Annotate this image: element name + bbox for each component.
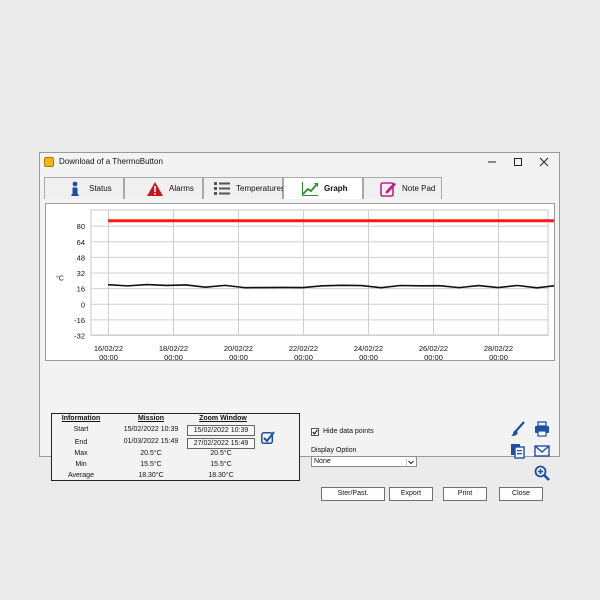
title-bar: Download of a ThermoButton (40, 153, 559, 171)
y-tick-label: 32 (77, 269, 85, 278)
app-icon (44, 157, 54, 167)
notepad-icon (380, 181, 396, 197)
chevron-down-icon (406, 458, 415, 466)
x-tick-date: 26/02/22 (419, 344, 448, 353)
close-window-button[interactable] (538, 156, 550, 168)
checkbox-checked-icon (261, 431, 275, 445)
tab-note-pad[interactable]: Note Pad (363, 177, 442, 199)
chart-icon (302, 181, 318, 197)
x-tick-time: 00:00 (164, 353, 183, 360)
mission-start-value: 15/02/2022 10:39 (123, 426, 179, 433)
y-tick-label: 0 (81, 300, 85, 309)
mission-header: Mission (137, 415, 165, 422)
x-tick-date: 16/02/22 (94, 344, 123, 353)
maximize-button[interactable] (512, 156, 524, 168)
end-label: End (74, 439, 88, 446)
y-tick-label: -32 (74, 332, 85, 341)
ster-past-button[interactable]: Ster/Past. (321, 487, 385, 501)
x-tick-time: 00:00 (424, 353, 443, 360)
paint-brush-icon[interactable] (510, 421, 526, 437)
x-tick-time: 00:00 (229, 353, 248, 360)
information-table: Information Mission Zoom Window Start 15… (51, 413, 300, 481)
y-tick-label: 80 (77, 222, 85, 231)
x-tick-date: 20/02/22 (224, 344, 253, 353)
tab-graph[interactable]: Graph (283, 177, 363, 199)
print-button[interactable]: Print (443, 487, 487, 501)
y-tick-label: 16 (77, 285, 85, 294)
zoom-end-date-field[interactable]: 27/02/2022 15:49 (187, 438, 255, 449)
x-tick-time: 00:00 (99, 353, 118, 360)
info-header: Information (61, 415, 101, 422)
window-title: Download of a ThermoButton (59, 157, 163, 166)
max-label: Max (74, 450, 88, 457)
checkmark-icon (312, 429, 318, 435)
export-button[interactable]: Export (389, 487, 433, 501)
zoom-start-date-field[interactable]: 15/02/2022 10:39 (187, 425, 255, 436)
display-option-value: None (314, 458, 331, 465)
zoom-in-icon[interactable] (534, 465, 550, 481)
warning-icon (147, 181, 163, 197)
x-tick-date: 28/02/22 (484, 344, 513, 353)
mission-max-value: 20.5°C (140, 450, 162, 457)
list-icon (214, 181, 230, 197)
zoom-max-value: 20.5°C (210, 450, 232, 457)
start-label: Start (73, 426, 89, 433)
apply-zoom-button[interactable] (261, 431, 275, 445)
zoom-average-value: 18.30°C (208, 472, 234, 479)
hide-data-points-label: Hide data points (323, 428, 374, 435)
x-tick-date: 22/02/22 (289, 344, 318, 353)
tab-bar: Status Alarms Temperatures Graph Note Pa… (44, 177, 556, 199)
y-tick-label: -16 (74, 316, 85, 325)
display-option-select[interactable]: None (311, 456, 417, 467)
thermobutton-window: Download of a ThermoButton Status Alarms (39, 152, 560, 501)
y-tick-label: 48 (77, 253, 85, 262)
average-label: Average (68, 472, 94, 479)
y-axis-label: °C (56, 274, 64, 282)
copy-icon[interactable] (510, 443, 526, 459)
mission-min-value: 15.5°C (140, 461, 162, 468)
close-button[interactable]: Close (499, 487, 543, 501)
display-option-label: Display Option (311, 447, 357, 454)
zoom-window-header: Zoom Window (199, 415, 247, 422)
min-label: Min (75, 461, 87, 468)
mission-end-value: 01/03/2022 15:49 (123, 438, 179, 445)
x-tick-date: 18/02/22 (159, 344, 188, 353)
zoom-min-value: 15.5°C (210, 461, 232, 468)
temperature-chart: 80 64 48 32 16 0 -16 -32 16/02/22 00:00 18/02/22 00… (45, 203, 555, 361)
tab-alarms[interactable]: Alarms (124, 177, 203, 199)
x-tick-date: 24/02/22 (354, 344, 383, 353)
info-icon (67, 181, 83, 197)
mission-average-value: 18.30°C (138, 472, 164, 479)
graph-panel: 80 64 48 32 16 0 -16 -32 16/02/22 00:00 18/02/22 00… (43, 199, 557, 501)
x-tick-time: 00:00 (359, 353, 378, 360)
hide-data-points-checkbox[interactable] (311, 428, 319, 436)
printer-icon[interactable] (534, 421, 550, 437)
tab-temperatures[interactable]: Temperatures (203, 177, 285, 199)
y-tick-label: 64 (77, 238, 85, 247)
minimize-button[interactable] (486, 156, 498, 168)
email-icon[interactable] (534, 443, 550, 459)
x-tick-time: 00:00 (489, 353, 508, 360)
tab-status[interactable]: Status (44, 177, 124, 199)
x-tick-time: 00:00 (294, 353, 313, 360)
